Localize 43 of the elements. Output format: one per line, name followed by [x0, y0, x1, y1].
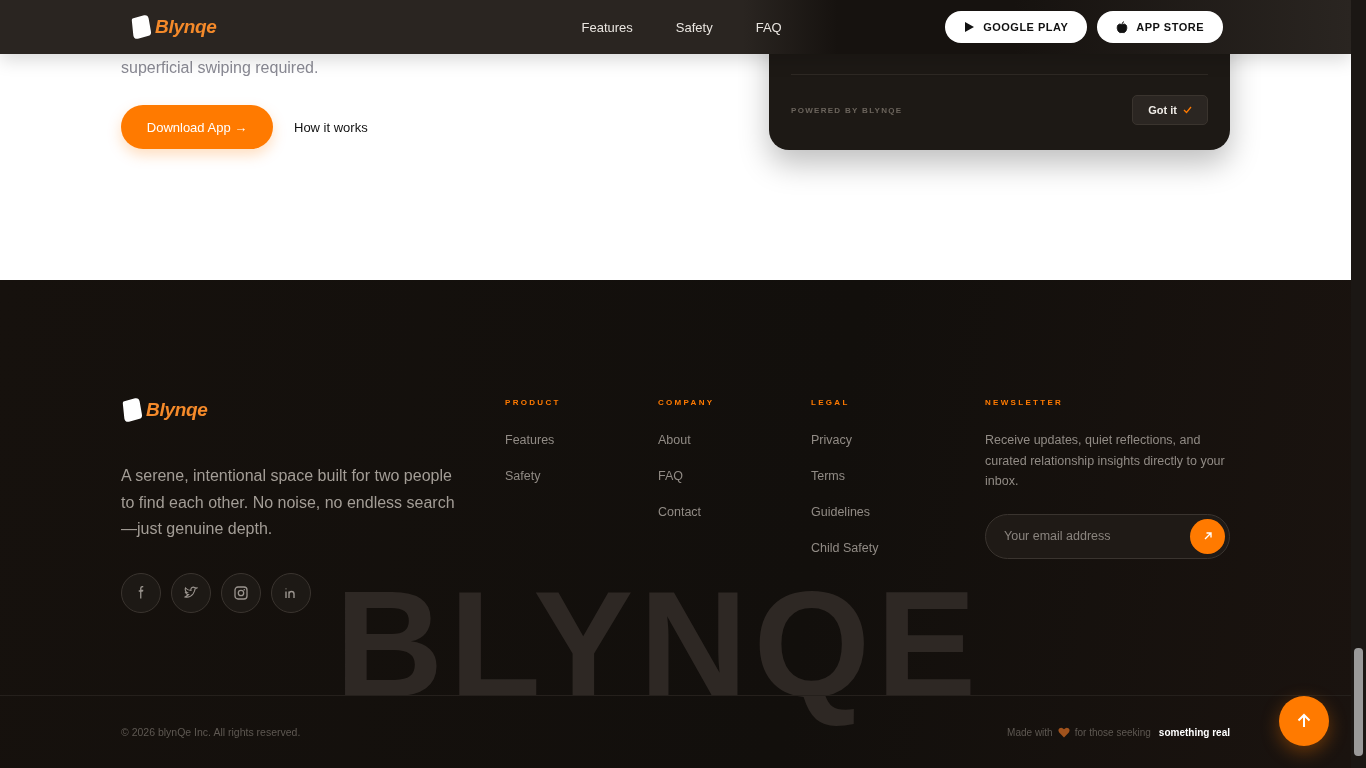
social-button[interactable] — [221, 572, 261, 613]
facebook-icon — [138, 586, 144, 599]
footer-description: A serene, intentional space built for two people to find each other. No noise, no endless search —just genuine depth. — [121, 466, 456, 539]
check-icon — [1183, 106, 1192, 114]
heart-icon — [1057, 726, 1070, 738]
email-field[interactable]: Your email address — [985, 513, 1230, 559]
scrollbar[interactable] — [1351, 0, 1366, 768]
tagline-text: Made with — [1007, 726, 1053, 738]
got-it-button[interactable]: Got it — [1132, 95, 1208, 125]
hero-text: superficial swiping required. — [121, 58, 320, 78]
logo-text: Blynqe — [146, 399, 208, 421]
column-heading: PRODUCT — [505, 398, 562, 408]
footer-link[interactable]: FAQ — [658, 468, 811, 484]
store-button[interactable]: GOOGLE PLAY — [945, 11, 1088, 43]
column-heading: LEGAL — [811, 398, 851, 408]
nav-link[interactable]: FAQ — [755, 19, 782, 35]
footer-link[interactable]: Contact — [658, 504, 811, 520]
column-heading: NEWSLETTER — [985, 398, 1065, 408]
newsletter-text: Receive updates, quiet reflections, and curated relationship insights directly to your inbox. — [985, 432, 1226, 490]
twitter-icon — [184, 585, 198, 600]
social-button[interactable] — [271, 572, 311, 613]
footer-link[interactable]: Privacy — [811, 432, 985, 448]
footer-link[interactable]: About — [658, 432, 811, 448]
footer-link[interactable]: Safety — [505, 468, 658, 484]
footer-link[interactable]: Guidelines — [811, 504, 985, 520]
instagram-icon — [234, 585, 248, 600]
social-button[interactable] — [171, 572, 211, 613]
column-heading: COMPANY — [658, 398, 716, 408]
logo-text: Blynqe — [155, 16, 217, 38]
play-icon — [964, 21, 976, 33]
footer-link[interactable]: Terms — [811, 468, 985, 484]
how-it-works-link[interactable]: How it works — [294, 119, 368, 135]
powered-by-label: POWERED BY BLYNQE — [791, 105, 903, 115]
apple-icon — [1116, 20, 1129, 34]
tagline-text: for those seeking — [1074, 726, 1151, 738]
copyright-text: © 2026 blynQe Inc. All rights reserved. — [121, 726, 301, 738]
nav-link[interactable]: Safety — [675, 19, 713, 35]
tagline-highlight: something real — [1158, 726, 1230, 738]
store-button[interactable]: APP STORE — [1097, 11, 1223, 43]
nav-link[interactable]: Features — [581, 19, 633, 35]
footer-link[interactable]: Features — [505, 432, 658, 448]
footer-link[interactable]: Child Safety — [811, 540, 985, 556]
arrow-up-icon — [1295, 712, 1313, 730]
